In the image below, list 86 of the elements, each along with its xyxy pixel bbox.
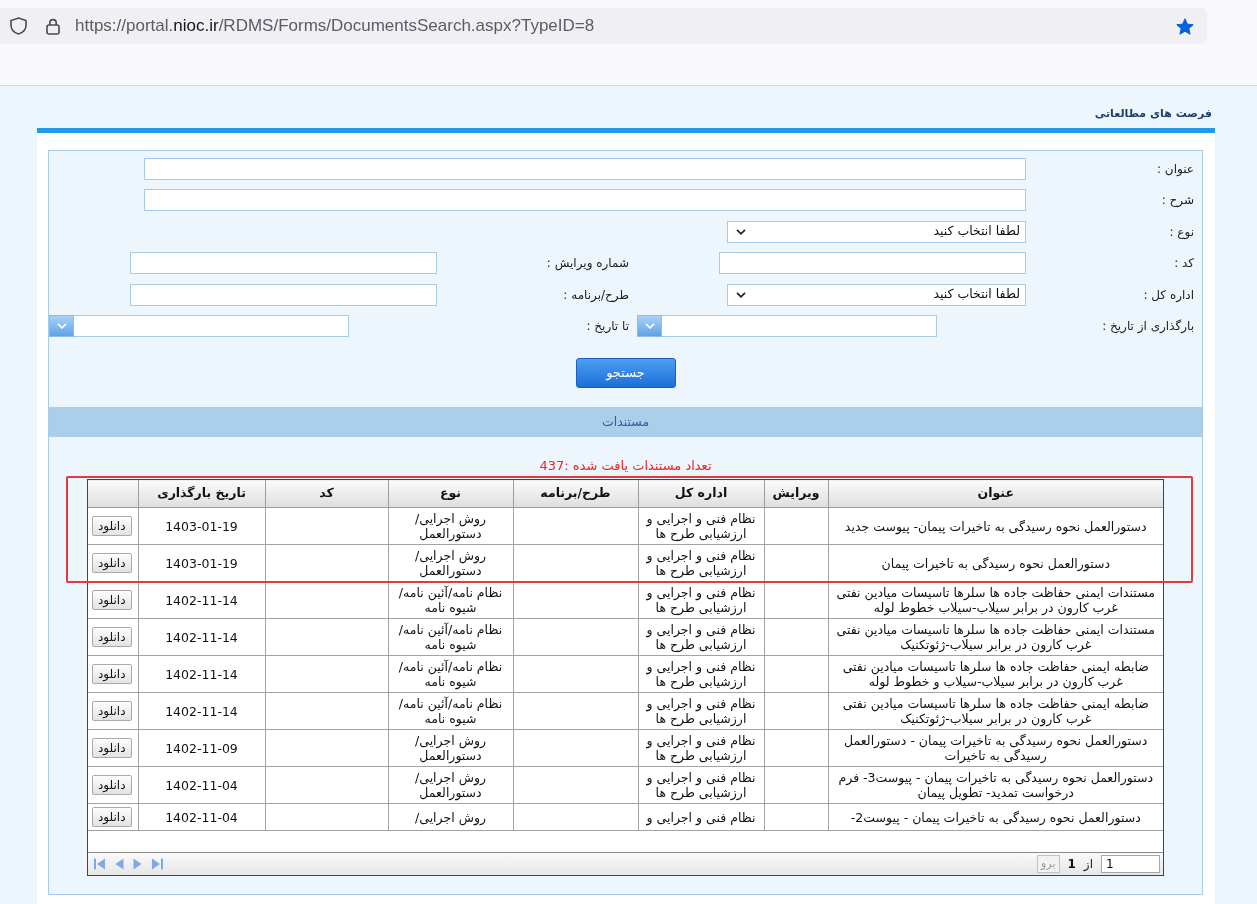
page-title: فرصت های مطالعاتی: [1094, 107, 1212, 120]
table-cell: نظام فنی و اجرایی و ارزشیابی طرح ها: [638, 655, 764, 693]
text-field[interactable]: [144, 189, 1026, 212]
page-of-label: از: [1083, 856, 1093, 873]
page-number-field[interactable]: 1: [1101, 855, 1160, 873]
field-label: شرح :: [1161, 193, 1194, 208]
text-field[interactable]: [130, 283, 437, 306]
last-page-icon[interactable]: [151, 858, 163, 870]
date-field[interactable]: [74, 315, 349, 338]
lock-icon[interactable]: [46, 17, 60, 35]
download-button[interactable]: دانلود: [91, 627, 132, 647]
text-field[interactable]: [719, 252, 1026, 275]
download-button[interactable]: دانلود: [91, 738, 132, 758]
table-cell: روش اجرایی/ دستورالعمل: [388, 507, 513, 545]
table-cell: 1402-11-04: [138, 803, 265, 831]
date-picker-button[interactable]: [49, 315, 74, 338]
table-cell: نظام نامه/آئین نامه/ شیوه نامه: [388, 581, 513, 619]
table-cell: نظام فنی و اجرایی و ارزشیابی طرح ها: [638, 692, 764, 730]
download-button[interactable]: دانلود: [91, 590, 132, 610]
section-title: مستندات: [601, 412, 650, 431]
dropdown-field[interactable]: لطفا انتخاب کنید: [727, 220, 1026, 243]
table-cell: ضابطه ایمنی حفاظت جاده ها سلرها تاسیسات میادین نفتی غرب کارون در برابر سیلاب-سیلاب و خطوط لوله: [828, 655, 1163, 693]
chevron-down-icon: [736, 291, 746, 298]
table-cell: نظام فنی و اجرایی و ارزشیابی طرح ها: [638, 766, 764, 804]
table-cell: 1402-11-14: [138, 618, 265, 656]
star-icon[interactable]: [1176, 17, 1194, 35]
result-count: تعداد مستندات یافت شده :437: [539, 458, 712, 474]
table-cell: 1402-11-04: [138, 766, 265, 804]
table-cell: 1402-11-14: [138, 692, 265, 730]
download-button[interactable]: دانلود: [91, 664, 132, 684]
field-label: کد :: [1174, 256, 1194, 271]
download-button[interactable]: دانلود: [91, 701, 132, 721]
text-field[interactable]: [144, 157, 1026, 180]
dropdown-field[interactable]: لطفا انتخاب کنید: [727, 283, 1026, 306]
table-cell: نظام نامه/آئین نامه/ شیوه نامه: [388, 655, 513, 693]
chevron-down-icon: [644, 323, 655, 330]
table-cell: نظام نامه/آئین نامه/ شیوه نامه: [388, 692, 513, 730]
field-label: اداره کل :: [1143, 287, 1194, 302]
column-header: تاریخ بارگذاری: [138, 480, 265, 508]
table-cell: نظام نامه/آئین نامه/ شیوه نامه: [388, 618, 513, 656]
table-cell: روش اجرایی/ دستورالعمل: [388, 729, 513, 767]
column-header: نوع: [388, 480, 513, 508]
search-button[interactable]: جستجو: [575, 358, 676, 388]
column-header: طرح/برنامه: [513, 480, 638, 508]
text-field[interactable]: [130, 252, 437, 275]
table-cell: مستندات ایمنی حفاظت جاده ها سلرها تاسیسات میادین نفتی غرب کارون در برابر سیلاب-سیلاب خطوط لوله: [828, 581, 1163, 619]
table-cell: 1402-11-09: [138, 729, 265, 767]
table-cell: مستندات ایمنی حفاظت جاده ها سلرها تاسیسات میادین نفتی غرب کارون در برابر سیلاب-ژئوتکنیک: [828, 618, 1163, 656]
field-label: شماره ویرایش :: [546, 256, 629, 271]
chevron-down-icon: [56, 323, 67, 330]
next-page-icon[interactable]: [133, 858, 142, 870]
column-header: ویرایش: [764, 480, 828, 508]
total-pages: 1: [1067, 856, 1076, 873]
table-cell: دستورالعمل نحوه رسیدگی به تاخیرات پیمان - پیوست3- فرم درخواست تمدید- تطویل پیمان: [828, 766, 1163, 804]
field-label: بارگذاری از تاریخ :: [1102, 319, 1194, 334]
table-cell: 1402-11-14: [138, 581, 265, 619]
table-cell: 1402-11-14: [138, 655, 265, 693]
previous-page-icon[interactable]: [115, 858, 124, 870]
table-cell: نظام فنی و اجرایی و ارزشیابی طرح ها: [638, 618, 764, 656]
field-label: تا تاریخ :: [586, 319, 629, 334]
table-cell: 1403-01-19: [138, 507, 265, 545]
table-cell: دستورالعمل نحوه رسیدگی به تاخیرات پیمان- پیوست جدید: [828, 507, 1163, 545]
download-button[interactable]: دانلود: [91, 553, 132, 573]
field-label: عنوان :: [1157, 161, 1194, 176]
field-label: نوع :: [1169, 224, 1194, 239]
table-cell: نظام فنی و اجرایی و: [638, 803, 764, 831]
column-header: اداره کل: [638, 480, 764, 508]
table-cell: روش اجرایی/: [388, 803, 513, 831]
table-cell: دستورالعمل نحوه رسیدگی به تاخیرات پیمان - دستورالعمل رسیدگی به تاخیرات: [828, 729, 1163, 767]
date-picker-button[interactable]: [637, 315, 662, 338]
download-button[interactable]: دانلود: [91, 807, 132, 827]
chevron-down-icon: [736, 228, 746, 235]
table-cell: نظام فنی و اجرایی و ارزشیابی طرح ها: [638, 729, 764, 767]
table-cell: روش اجرایی/ دستورالعمل: [388, 766, 513, 804]
table-cell: نظام فنی و اجرایی و ارزشیابی طرح ها: [638, 507, 764, 545]
download-button[interactable]: دانلود: [91, 775, 132, 795]
column-header: عنوان: [828, 480, 1163, 508]
field-label: طرح/برنامه :: [563, 287, 629, 302]
column-header: کد: [265, 480, 388, 508]
date-field[interactable]: [662, 315, 937, 338]
table-cell: دستورالعمل نحوه رسیدگی به تاخیرات پیمان - پیوست2-: [828, 803, 1163, 831]
first-page-icon[interactable]: [94, 858, 106, 870]
table-cell: نظام فنی و اجرایی و ارزشیابی طرح ها: [638, 581, 764, 619]
shield-icon[interactable]: [10, 17, 27, 35]
table-cell: ضابطه ایمنی حفاظت جاده ها سلرها تاسیسات میادین نفتی غرب کارون در برابر سیلاب-ژئوتکنیک: [828, 692, 1163, 730]
download-button[interactable]: دانلود: [91, 516, 132, 536]
